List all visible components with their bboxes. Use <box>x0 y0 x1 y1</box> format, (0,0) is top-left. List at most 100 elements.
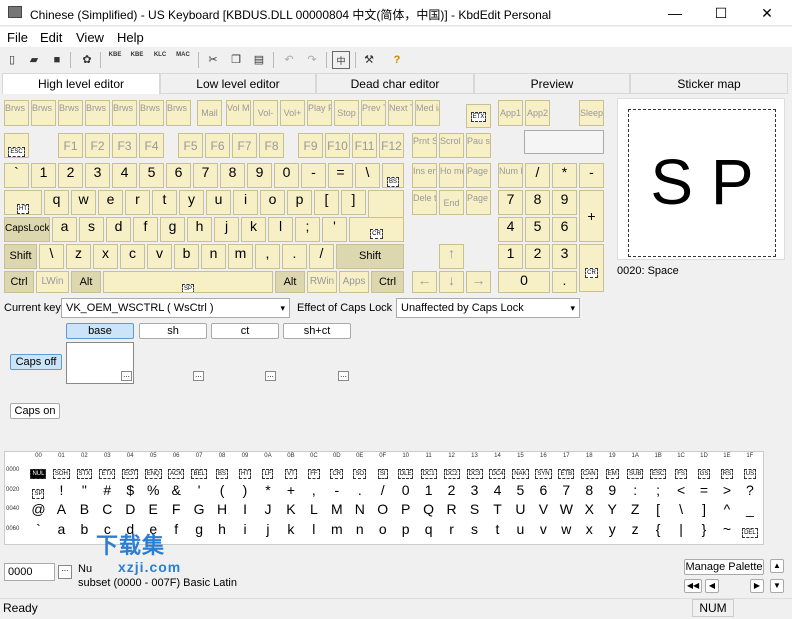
charmap-cell[interactable]: US <box>738 461 761 481</box>
key-rshift[interactable]: Shift <box>336 244 404 269</box>
manage-palette-button[interactable]: Manage Palette <box>684 559 764 575</box>
key-num-lock[interactable]: Num Lock <box>498 163 523 188</box>
charmap-cell[interactable]: _ <box>738 500 761 520</box>
charmap-cell[interactable]: . <box>348 481 371 501</box>
tools-icon[interactable]: ⚒ <box>360 51 378 69</box>
key-page-down[interactable]: Page Down <box>466 190 491 215</box>
charmap-cell[interactable]: L <box>302 500 325 520</box>
key-lctrl[interactable]: Ctrl <box>4 271 34 293</box>
charmap-cell[interactable]: N <box>348 500 371 520</box>
charmap-cell[interactable]: ; <box>647 481 670 501</box>
charmap-cell[interactable]: Z <box>624 500 647 520</box>
charmap-cell[interactable]: C <box>96 500 119 520</box>
charmap-cell[interactable]: GS <box>693 461 716 481</box>
key-prev-track[interactable]: Prev Trck <box>361 100 386 126</box>
charmap-cell[interactable]: U <box>509 500 532 520</box>
key-esc[interactable]: ESC <box>4 133 29 158</box>
key-next-track[interactable]: Next Trck <box>388 100 413 126</box>
key-backspace[interactable]: BS <box>382 163 404 188</box>
key-y[interactable]: y <box>179 190 204 215</box>
key-brws-home[interactable]: Brws Home <box>166 100 191 126</box>
charmap-cell[interactable]: - <box>325 481 348 501</box>
charmap-cell[interactable]: EOT <box>119 461 142 481</box>
key-period[interactable]: . <box>282 244 307 269</box>
charmap-cell[interactable]: A <box>50 500 73 520</box>
charmap-cell[interactable]: ~ <box>716 520 739 540</box>
palette-up-icon[interactable]: ▲ <box>770 559 784 573</box>
key-lshift[interactable]: Shift <box>4 244 37 269</box>
export-kbe2-icon[interactable]: KBE <box>128 51 146 69</box>
copy-icon[interactable]: ❐ <box>227 51 245 69</box>
key-num-4[interactable]: 4 <box>498 217 523 242</box>
key-brws-srch[interactable]: Brws Srch <box>112 100 137 126</box>
charmap-cell[interactable]: ! <box>50 481 73 501</box>
key-ralt[interactable]: Alt <box>275 271 305 293</box>
key-f11[interactable]: F11 <box>352 133 377 158</box>
shift-state-ct[interactable]: ct <box>211 323 279 339</box>
charmap-cell[interactable]: CR <box>325 461 348 481</box>
key-m[interactable]: m <box>228 244 253 269</box>
key-rwin[interactable]: RWin <box>307 271 337 293</box>
charmap-cell[interactable]: x <box>578 520 601 540</box>
key-vol-up[interactable]: Vol+ <box>280 100 305 126</box>
charmap-cell[interactable]: SI <box>371 461 394 481</box>
caps-off-button[interactable]: Caps off <box>10 354 62 370</box>
charmap-cell[interactable]: < <box>670 481 693 501</box>
key-print-screen[interactable]: Prnt Scrn <box>412 133 437 158</box>
key-num-1[interactable]: 1 <box>498 244 523 269</box>
charmap-cell[interactable]: V <box>532 500 555 520</box>
export-klc-icon[interactable]: KLC <box>151 51 169 69</box>
charmap-cell[interactable]: j <box>257 520 280 540</box>
charmap-cell[interactable]: LF <box>257 461 280 481</box>
charmap-cell[interactable]: # <box>96 481 119 501</box>
key-num-2[interactable]: 2 <box>525 244 550 269</box>
code-lookup-button[interactable]: ... <box>58 565 72 579</box>
key-f[interactable]: f <box>133 217 158 242</box>
ct-char-more[interactable]: ... <box>265 371 276 381</box>
shift-state-base[interactable]: base <box>66 323 134 339</box>
caps-on-button[interactable]: Caps on <box>10 403 60 419</box>
key-1[interactable]: 1 <box>31 163 56 188</box>
paste-icon[interactable]: ▤ <box>250 51 268 69</box>
key-h[interactable]: h <box>187 217 212 242</box>
charmap-cell[interactable]: 4 <box>486 481 509 501</box>
key-lbracket[interactable]: [ <box>314 190 339 215</box>
key-num-decimal[interactable]: . <box>552 271 577 293</box>
key-app2[interactable]: App2 <box>525 100 550 126</box>
charmap-cell[interactable]: " <box>73 481 96 501</box>
charmap-cell[interactable]: F <box>165 500 188 520</box>
key-q[interactable]: q <box>44 190 69 215</box>
menu-file[interactable]: File <box>7 30 28 45</box>
compile-icon[interactable]: ✿ <box>78 51 96 69</box>
charmap-cell[interactable]: RS <box>716 461 739 481</box>
key-num-7[interactable]: 7 <box>498 190 523 215</box>
charmap-cell[interactable]: HT <box>234 461 257 481</box>
open-icon[interactable]: ▰ <box>25 51 43 69</box>
key-f8[interactable]: F8 <box>259 133 284 158</box>
first-icon[interactable]: ◀◀ <box>684 579 702 593</box>
key-app1[interactable]: App1 <box>498 100 523 126</box>
key-delete[interactable]: Dele te <box>412 190 437 215</box>
key-minus[interactable]: - <box>301 163 326 188</box>
charmap-cell[interactable]: Q <box>417 500 440 520</box>
tab-dead-char-editor[interactable]: Dead char editor <box>316 73 474 94</box>
charmap-cell[interactable]: = <box>693 481 716 501</box>
prev-icon[interactable]: ◀ <box>705 579 719 593</box>
key-home[interactable]: Ho me <box>439 163 464 188</box>
key-z[interactable]: z <box>66 244 91 269</box>
key-play-pause[interactable]: Play Paus <box>307 100 332 126</box>
key-s[interactable]: s <box>79 217 104 242</box>
key-w[interactable]: w <box>71 190 96 215</box>
menu-help[interactable]: Help <box>117 30 144 45</box>
charmap-cell[interactable]: t <box>486 520 509 540</box>
charmap-cell[interactable]: + <box>279 481 302 501</box>
charmap-cell[interactable]: R <box>440 500 463 520</box>
key-d[interactable]: d <box>106 217 131 242</box>
charmap-cell[interactable]: ( <box>211 481 234 501</box>
charmap-cell[interactable]: T <box>486 500 509 520</box>
redo-icon[interactable]: ↷ <box>303 51 321 69</box>
charmap-cell[interactable]: ` <box>27 520 50 540</box>
charmap-cell[interactable]: ETX <box>96 461 119 481</box>
key-backslash[interactable]: \ <box>355 163 380 188</box>
key-brws-forw[interactable]: Brws Forw <box>31 100 56 126</box>
